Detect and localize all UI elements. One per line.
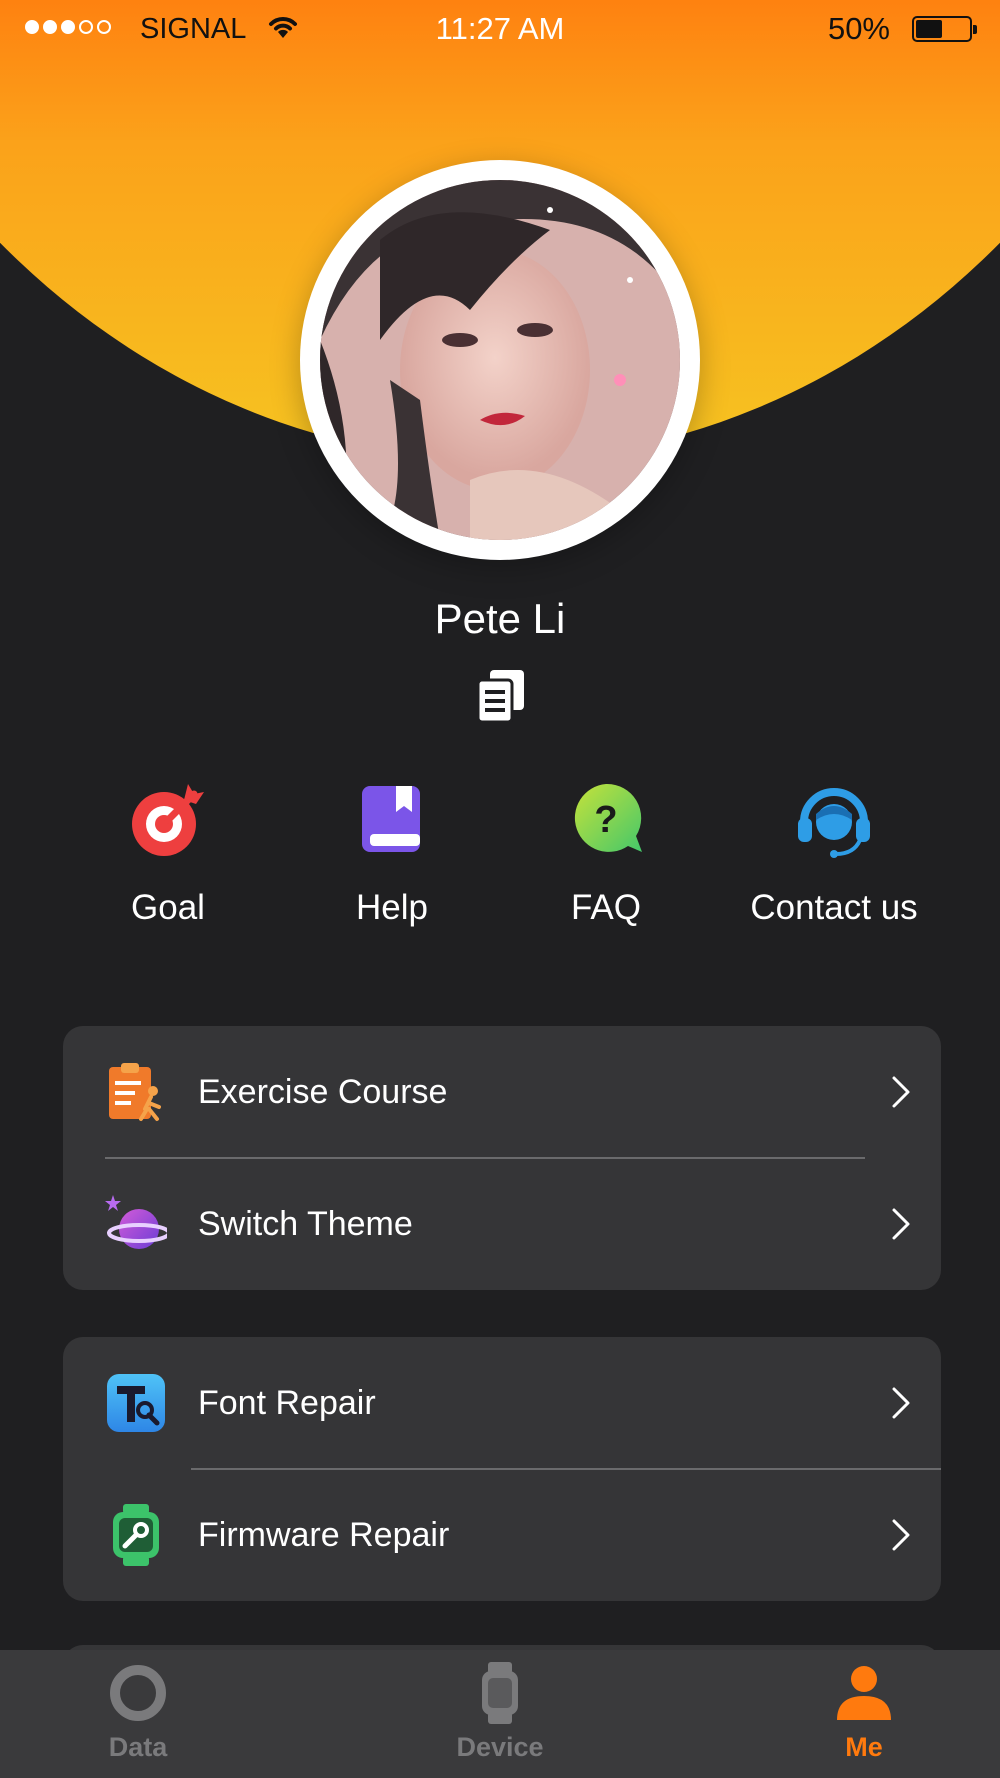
status-bar: SIGNAL 11:27 AM 50% bbox=[0, 0, 1000, 60]
tab-device-label: Device bbox=[456, 1732, 544, 1762]
settings-card-1: Exercise Course Switch Theme bbox=[63, 1026, 941, 1290]
switch-theme-row[interactable]: Switch Theme bbox=[63, 1158, 941, 1290]
person-icon bbox=[837, 1666, 891, 1720]
goal-label: Goal bbox=[131, 888, 205, 927]
headset-icon bbox=[798, 788, 870, 858]
clipboard-runner-icon bbox=[109, 1063, 161, 1121]
chevron-right-icon bbox=[892, 1076, 910, 1108]
quick-actions: Goal Help ? FAQ Contact us bbox=[0, 780, 1000, 950]
faq-label: FAQ bbox=[570, 888, 642, 927]
firmware-repair-row[interactable]: Firmware Repair bbox=[63, 1469, 941, 1601]
tab-data[interactable]: Data bbox=[38, 1662, 238, 1763]
svg-text:?: ? bbox=[594, 799, 617, 841]
copy-icon[interactable] bbox=[478, 670, 524, 722]
tab-data-label: Data bbox=[108, 1732, 168, 1762]
chevron-right-icon bbox=[892, 1519, 910, 1551]
help-button[interactable]: Help bbox=[272, 780, 512, 928]
goal-button[interactable]: Goal bbox=[48, 780, 288, 928]
tab-me-label: Me bbox=[845, 1732, 883, 1762]
avatar[interactable] bbox=[300, 160, 700, 560]
question-bubble-icon: ? bbox=[574, 783, 642, 852]
target-icon bbox=[132, 784, 204, 856]
battery-percent: 50% bbox=[827, 11, 890, 46]
planet-icon bbox=[105, 1195, 167, 1249]
user-name: Pete Li bbox=[434, 595, 566, 642]
contact-us-label: Contact us bbox=[750, 888, 918, 927]
tab-bar: Data Device Me bbox=[0, 1650, 1000, 1778]
user-photo bbox=[320, 180, 680, 540]
ring-icon bbox=[110, 1665, 166, 1721]
book-icon bbox=[362, 786, 420, 852]
chevron-right-icon bbox=[892, 1387, 910, 1419]
switch-theme-label: Switch Theme bbox=[198, 1204, 413, 1243]
tab-me[interactable]: Me bbox=[764, 1662, 964, 1763]
chevron-right-icon bbox=[892, 1208, 910, 1240]
me-screen: SIGNAL 11:27 AM 50% Pete Li Goal Help ? … bbox=[0, 0, 1000, 1778]
font-repair-label: Font Repair bbox=[198, 1383, 376, 1422]
exercise-course-label: Exercise Course bbox=[198, 1072, 448, 1111]
tab-device[interactable]: Device bbox=[400, 1662, 600, 1763]
battery-icon bbox=[912, 16, 977, 42]
firmware-repair-label: Firmware Repair bbox=[198, 1515, 450, 1554]
help-label: Help bbox=[356, 888, 428, 927]
font-repair-row[interactable]: Font Repair bbox=[63, 1337, 941, 1469]
settings-card-2: Font Repair Firmware Repair bbox=[63, 1337, 941, 1601]
watch-wrench-icon bbox=[113, 1504, 159, 1566]
watch-icon bbox=[482, 1662, 518, 1724]
contact-us-button[interactable]: Contact us bbox=[714, 780, 954, 928]
faq-button[interactable]: ? FAQ bbox=[486, 780, 726, 928]
exercise-course-row[interactable]: Exercise Course bbox=[63, 1026, 941, 1158]
font-wrench-icon bbox=[107, 1374, 165, 1432]
